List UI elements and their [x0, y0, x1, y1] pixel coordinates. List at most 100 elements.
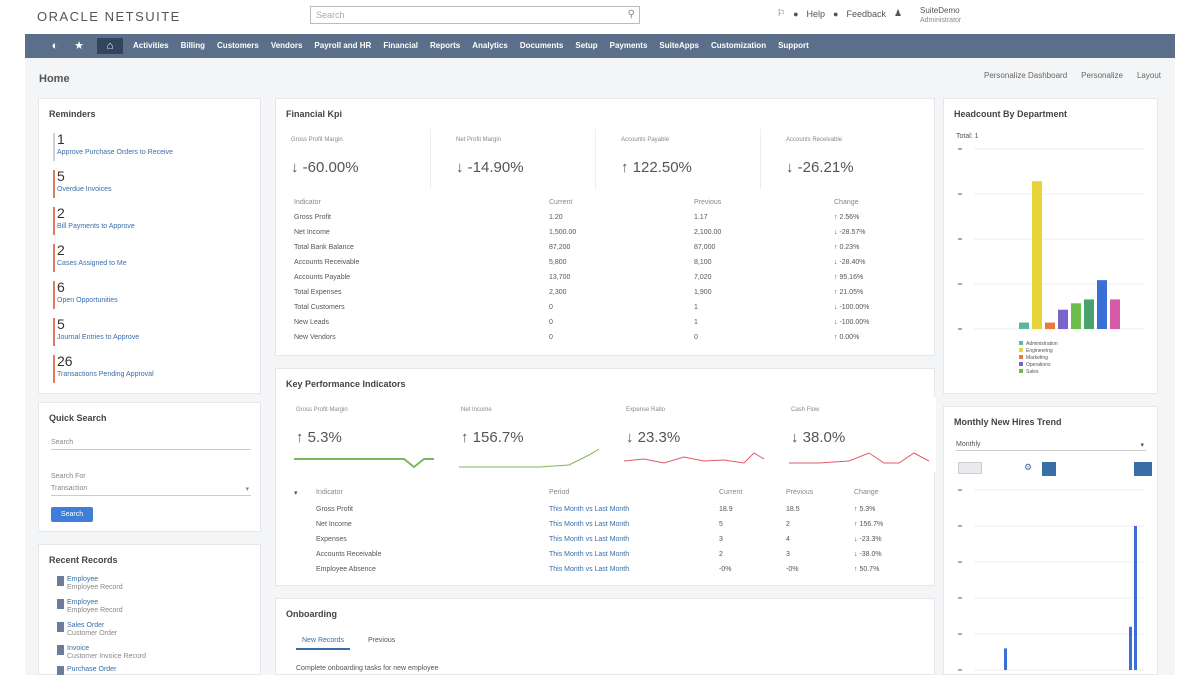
recent-record-item[interactable]: Employee Employee Record: [57, 576, 123, 592]
table-cell: ↑ 0.00%: [834, 334, 860, 341]
period-link[interactable]: This Month vs Last Month: [549, 521, 629, 528]
nav-item-suiteapps[interactable]: SuiteApps: [653, 34, 705, 58]
bar: [1097, 280, 1107, 329]
kpi-sparkline-box[interactable]: Net Income ↑ 156.7%: [451, 397, 606, 472]
reminder-color-bar: [53, 170, 55, 198]
legend-swatch: [1019, 348, 1023, 352]
chart-filter-select[interactable]: Monthly ▾: [956, 441, 1146, 451]
reminder-item[interactable]: 5 Overdue Invoices: [53, 168, 257, 198]
kpi-box[interactable]: Gross Profit Margin ↓ -60.00%: [281, 129, 431, 189]
main-navigation: ◐ ★ ⌂ Activities Billing Customers Vendo…: [25, 34, 1175, 58]
table-cell: 87,000: [694, 244, 716, 251]
chart-view-button[interactable]: [1042, 462, 1056, 476]
chart-settings-icon[interactable]: ⚙: [1024, 462, 1032, 473]
table-cell: 2,100.00: [694, 229, 722, 236]
reminder-item[interactable]: 5 Journal Entries to Approve: [53, 316, 257, 346]
document-icon: [57, 645, 64, 655]
back-icon[interactable]: ◐: [47, 38, 63, 54]
global-search-input[interactable]: Search ⚲: [310, 6, 640, 24]
chart-type-button[interactable]: [958, 462, 982, 474]
reminder-label: Cases Assigned to Me: [57, 260, 127, 267]
table-cell: 87,200: [549, 244, 571, 251]
nav-item-billing[interactable]: Billing: [175, 34, 211, 58]
period-link[interactable]: This Month vs Last Month: [549, 566, 629, 573]
nav-item-vendors[interactable]: Vendors: [265, 34, 309, 58]
period-link[interactable]: This Month vs Last Month: [549, 551, 629, 558]
column-header: Indicator: [316, 489, 343, 496]
portlet-title: Onboarding: [286, 609, 337, 619]
chart-expand-button[interactable]: [1134, 462, 1152, 476]
quick-search-input[interactable]: Search: [51, 439, 251, 450]
table-cell: 1,900: [694, 289, 712, 296]
reminder-item[interactable]: 26 Transactions Pending Approval: [53, 353, 257, 383]
home-icon[interactable]: ⌂: [97, 38, 123, 54]
bar: [1058, 309, 1068, 329]
reminder-item[interactable]: 1 Approve Purchase Orders to Receive: [53, 131, 257, 161]
nav-item-reports[interactable]: Reports: [424, 34, 466, 58]
nav-item-payroll[interactable]: Payroll and HR: [308, 34, 377, 58]
tool-help[interactable]: Help: [807, 9, 826, 19]
tool-feedback[interactable]: Feedback: [846, 9, 886, 19]
shortcut-icon[interactable]: ⚐: [777, 8, 785, 19]
star-icon[interactable]: ★: [71, 38, 87, 54]
nav-item-setup[interactable]: Setup: [569, 34, 603, 58]
tab-new-records[interactable]: New Records: [296, 637, 351, 650]
kpi-sparkline-box[interactable]: Cash Flow ↓ 38.0%: [781, 397, 936, 472]
document-icon: [57, 666, 64, 675]
search-icon[interactable]: ⚲: [628, 9, 635, 20]
kpi-box[interactable]: Accounts Payable ↑ 122.50%: [611, 129, 761, 189]
reminder-item[interactable]: 6 Open Opportunities: [53, 279, 257, 309]
nav-item-customization[interactable]: Customization: [705, 34, 772, 58]
table-cell: Net Income: [294, 229, 330, 236]
onboarding-task[interactable]: Complete onboarding tasks for new employ…: [296, 665, 438, 672]
column-header: Current: [719, 489, 743, 496]
nav-item-financial[interactable]: Financial: [377, 34, 424, 58]
help-icon[interactable]: ●: [793, 9, 798, 19]
table-cell: Expenses: [316, 536, 347, 543]
nav-item-activities[interactable]: Activities: [127, 34, 175, 58]
sparkline: [459, 448, 599, 468]
recent-record-item[interactable]: Sales Order Customer Order: [57, 622, 117, 638]
kpi-sparkline-box[interactable]: Expense Ratio ↓ 23.3%: [616, 397, 771, 472]
nav-item-support[interactable]: Support: [772, 34, 815, 58]
nav-item-payments[interactable]: Payments: [604, 34, 654, 58]
personalize-link[interactable]: Personalize: [1081, 71, 1123, 80]
reminder-label: Overdue Invoices: [57, 186, 112, 193]
recent-record-item[interactable]: Invoice Customer Invoice Record: [57, 645, 146, 661]
column-header: Change: [854, 489, 879, 496]
table-cell: ↑ 21.05%: [834, 289, 864, 296]
financial-kpi-portlet: Financial Kpi Gross Profit Margin ↓ -60.…: [275, 98, 935, 356]
search-button[interactable]: Search: [51, 507, 93, 522]
personalize-dashboard-link[interactable]: Personalize Dashboard: [984, 71, 1067, 80]
table-cell: Total Customers: [294, 304, 345, 311]
search-for-select[interactable]: Transaction ▾: [51, 485, 251, 496]
y-tick: [958, 669, 962, 671]
nav-item-analytics[interactable]: Analytics: [466, 34, 514, 58]
reminder-item[interactable]: 2 Cases Assigned to Me: [53, 242, 257, 272]
y-tick: [958, 633, 962, 635]
table-cell: 2: [719, 551, 723, 558]
kpi-sparkline-box[interactable]: Gross Profit Margin ↑ 5.3%: [286, 397, 441, 472]
period-link[interactable]: This Month vs Last Month: [549, 536, 629, 543]
table-cell: 1.17: [694, 214, 708, 221]
user-menu[interactable]: SuiteDemo Administrator: [920, 6, 961, 26]
kpi-box[interactable]: Net Profit Margin ↓ -14.90%: [446, 129, 596, 189]
reminder-item[interactable]: 2 Bill Payments to Approve: [53, 205, 257, 235]
kpi-box[interactable]: Accounts Receivable ↓ -26.21%: [776, 129, 926, 189]
recent-record-item[interactable]: Purchase Order: [57, 666, 116, 675]
layout-link[interactable]: Layout: [1137, 71, 1161, 80]
nav-item-customers[interactable]: Customers: [211, 34, 265, 58]
nav-item-documents[interactable]: Documents: [514, 34, 570, 58]
reminder-label: Journal Entries to Approve: [57, 334, 140, 341]
table-cell: New Vendors: [294, 334, 336, 341]
feedback-icon[interactable]: ●: [833, 9, 838, 19]
recent-record-item[interactable]: Employee Employee Record: [57, 599, 123, 615]
tab-previous[interactable]: Previous: [368, 637, 395, 644]
record-sub: Customer Invoice Record: [67, 653, 146, 660]
y-tick: [958, 193, 962, 195]
kpi-label: Net Income: [461, 407, 492, 413]
period-link[interactable]: This Month vs Last Month: [549, 506, 629, 513]
user-icon[interactable]: ♟: [894, 8, 902, 19]
table-cell: 3: [786, 551, 790, 558]
y-tick: [958, 283, 962, 285]
